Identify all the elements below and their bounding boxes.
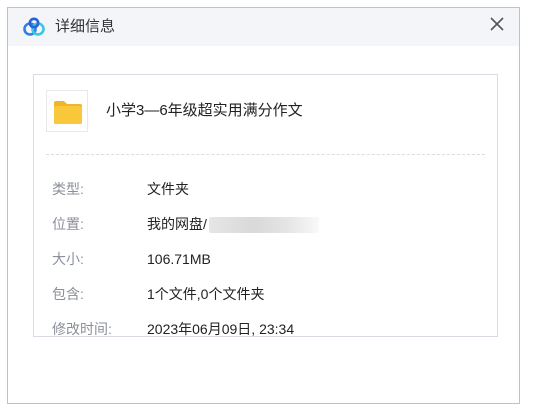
redacted-path [208, 217, 319, 234]
title-bar: 详细信息 [8, 8, 519, 46]
dialog-title: 详细信息 [55, 18, 116, 35]
folder-name: 小学3—6年级超实用满分作文 [106, 102, 303, 119]
size-label: 大小: [52, 251, 84, 267]
divider [46, 154, 485, 155]
location-value-wrap: 我的网盘/ [147, 214, 319, 234]
detail-row-contains: 包含: 1个文件,0个文件夹 [52, 284, 492, 304]
contains-value: 1个文件,0个文件夹 [147, 286, 265, 302]
folder-thumbnail [46, 90, 88, 132]
contains-label: 包含: [52, 286, 84, 302]
modified-value: 2023年06月09日, 23:34 [147, 321, 295, 337]
details-dialog: 详细信息 小学3—6年级超实用满分作文 类型: 文件夹 位置: 我的网盘/ 大小… [7, 7, 520, 404]
detail-row-modified: 修改时间: 2023年06月09日, 23:34 [52, 319, 492, 339]
folder-icon [54, 101, 82, 124]
type-value: 文件夹 [147, 181, 189, 197]
location-label: 位置: [52, 216, 84, 232]
size-value: 106.71MB [147, 251, 211, 267]
detail-row-size: 大小: 106.71MB [52, 249, 492, 269]
baidu-netdisk-logo [23, 17, 45, 36]
details-panel: 小学3—6年级超实用满分作文 类型: 文件夹 位置: 我的网盘/ 大小: 106… [33, 74, 498, 337]
modified-label: 修改时间: [52, 321, 112, 337]
close-icon[interactable] [485, 12, 509, 36]
detail-row-location: 位置: 我的网盘/ [52, 214, 492, 234]
detail-row-type: 类型: 文件夹 [52, 179, 492, 199]
location-value[interactable]: 我的网盘/ [147, 216, 207, 232]
type-label: 类型: [52, 181, 84, 197]
